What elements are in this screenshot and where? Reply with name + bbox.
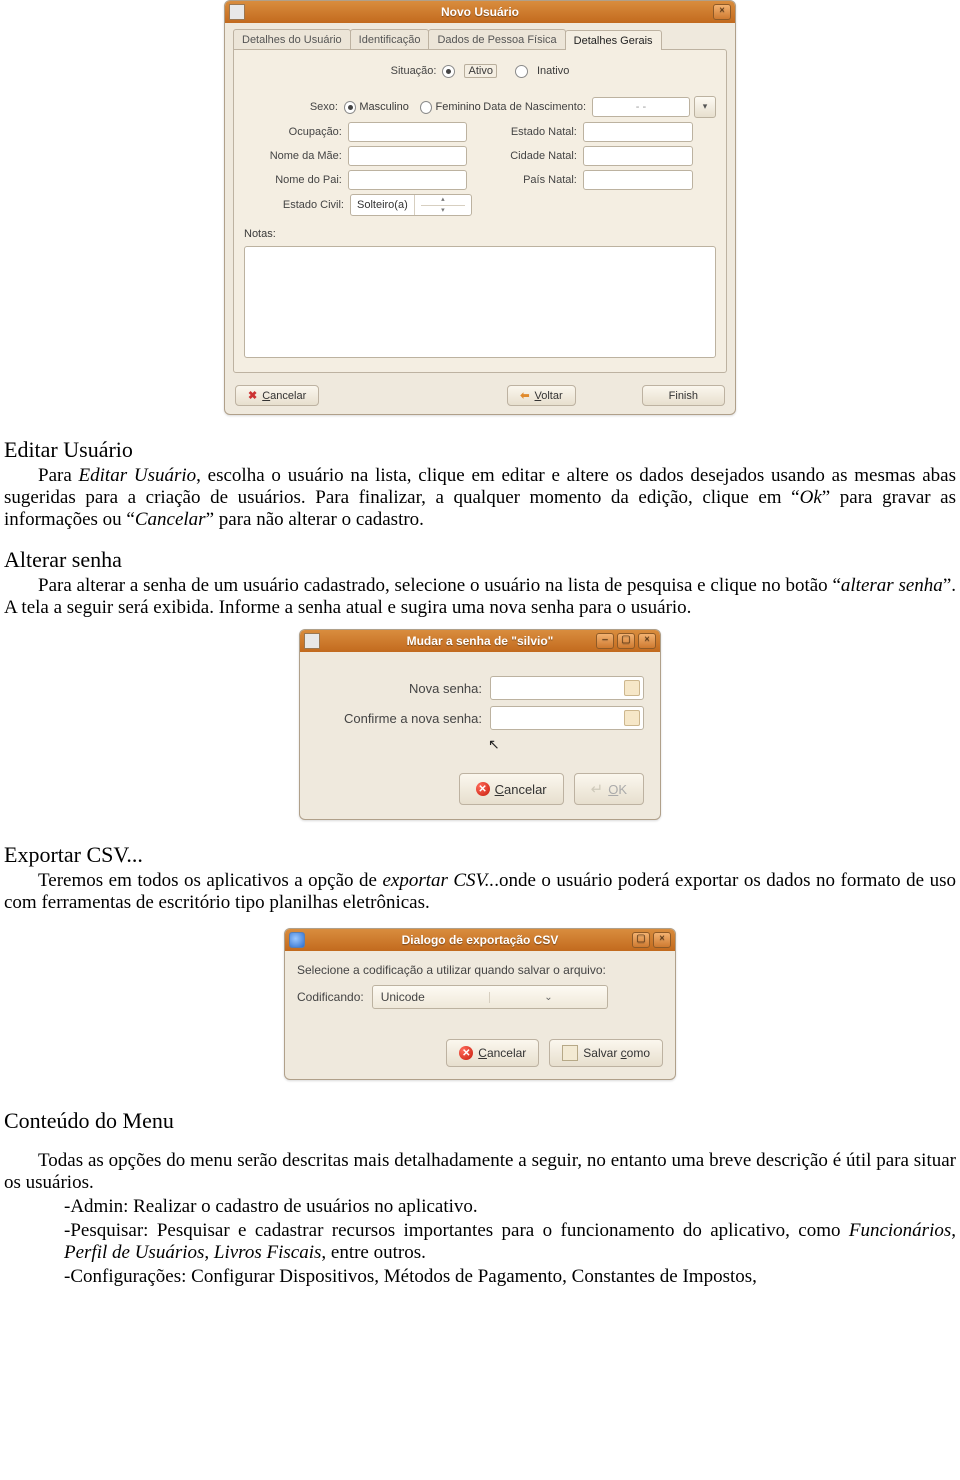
estado-civil-value: Solteiro(a) — [351, 199, 414, 211]
estado-civil-combo[interactable]: Solteiro(a) ▴▾ — [350, 194, 472, 216]
radio-ativo[interactable] — [442, 65, 455, 78]
radio-inativo[interactable] — [515, 65, 528, 78]
tab-detalhes-gerais[interactable]: Detalhes Gerais — [565, 30, 662, 50]
date-dropdown-button[interactable]: ▾ — [694, 96, 716, 118]
cancel-icon: ✖ — [248, 389, 257, 402]
nome-pai-label: Nome do Pai: — [244, 174, 342, 186]
menu-pesquisar: -Pesquisar: Pesquisar e cadastrar recurs… — [64, 1220, 956, 1264]
titlebar: Novo Usuário × — [225, 1, 735, 23]
cancel-button[interactable]: ✖ Cancelar — [235, 385, 319, 406]
pais-natal-label: País Natal: — [467, 174, 577, 186]
tab-dados-pessoa-fisica[interactable]: Dados de Pessoa Física — [428, 29, 565, 49]
estado-natal-input[interactable] — [583, 122, 693, 142]
cancel-icon: ✕ — [459, 1046, 473, 1060]
maximize-icon[interactable]: ▢ — [632, 932, 650, 948]
minimize-icon[interactable]: – — [596, 633, 614, 649]
enter-icon: ↵ — [591, 780, 604, 798]
close-icon[interactable]: × — [638, 633, 656, 649]
confirme-senha-label: Confirme a nova senha: — [316, 711, 482, 726]
estado-natal-label: Estado Natal: — [467, 126, 577, 138]
situacao-label: Situação: — [391, 65, 437, 77]
encoding-select[interactable]: Unicode ⌄ — [372, 985, 608, 1009]
csv-export-dialog: Dialogo de exportação CSV ▢ × Selecione … — [284, 928, 676, 1080]
back-label-rest: oltar — [541, 390, 562, 402]
menu-configuracoes: -Configurações: Configurar Dispositivos,… — [64, 1266, 956, 1288]
tab-detalhes-usuario[interactable]: Detalhes do Usuário — [233, 29, 351, 49]
para-editar: Para Editar Usuário, escolha o usuário n… — [4, 465, 956, 531]
heading-exportar-csv: Exportar CSV... — [4, 842, 956, 868]
cidade-natal-label: Cidade Natal: — [467, 150, 577, 162]
keyboard-icon — [624, 710, 640, 726]
masculino-label: Masculino — [359, 101, 409, 113]
tabs: Detalhes do Usuário Identificação Dados … — [233, 29, 727, 49]
titlebar: Mudar a senha de "silvio" – ▢ × — [300, 630, 660, 652]
chevron-down-icon: ⌄ — [489, 992, 607, 1003]
para-csv: Teremos em todos os aplicativos a opção … — [4, 870, 956, 914]
titlebar: Dialogo de exportação CSV ▢ × — [285, 929, 675, 951]
menu-items: -Admin: Realizar o cadastro de usuários … — [64, 1196, 956, 1288]
novo-usuario-dialog: Novo Usuário × Detalhes do Usuário Ident… — [224, 0, 736, 415]
tab-pane: Situação: Ativo Inativo Sexo: Masculino — [233, 49, 727, 373]
window-title: Dialogo de exportação CSV — [285, 933, 675, 947]
keyboard-icon — [624, 680, 640, 696]
cidade-natal-input[interactable] — [583, 146, 693, 166]
data-nasc-label: Data de Nascimento: — [481, 101, 586, 113]
ativo-label: Ativo — [464, 64, 496, 78]
cancel-button[interactable]: ✕ Cancelar — [446, 1039, 539, 1067]
codificando-label: Codificando: — [297, 990, 364, 1004]
ocupacao-input[interactable] — [348, 122, 467, 142]
cursor-icon: ↖ — [488, 736, 644, 753]
maximize-icon[interactable]: ▢ — [617, 633, 635, 649]
csv-instruction: Selecione a codificação a utilizar quand… — [297, 963, 663, 977]
spinner-icon[interactable]: ▴▾ — [414, 195, 471, 215]
ocupacao-label: Ocupação: — [244, 126, 342, 138]
notas-label: Notas: — [244, 228, 716, 240]
save-as-button[interactable]: Salvar como — [549, 1039, 663, 1067]
radio-masculino[interactable] — [344, 101, 356, 114]
pais-natal-input[interactable] — [583, 170, 693, 190]
feminino-label: Feminino — [435, 101, 480, 113]
confirme-senha-input[interactable] — [490, 706, 644, 730]
cancel-icon: ✕ — [476, 782, 490, 796]
para-menu-intro: Todas as opções do menu serão descritas … — [4, 1150, 956, 1194]
estado-civil-label: Estado Civil: — [244, 199, 344, 211]
sexo-label: Sexo: — [244, 101, 338, 113]
nome-pai-input[interactable] — [348, 170, 467, 190]
app-icon — [304, 633, 320, 649]
heading-conteudo-menu: Conteúdo do Menu — [4, 1108, 956, 1134]
finish-label: Finish — [669, 390, 698, 402]
nome-mae-input[interactable] — [348, 146, 467, 166]
heading-editar-usuario: Editar Usuário — [4, 437, 956, 463]
inativo-label: Inativo — [537, 65, 569, 77]
mudar-senha-dialog: Mudar a senha de "silvio" – ▢ × Nova sen… — [299, 629, 661, 820]
nova-senha-label: Nova senha: — [316, 681, 482, 696]
ok-button[interactable]: ↵ OK — [574, 773, 644, 805]
para-senha: Para alterar a senha de um usuário cadas… — [4, 575, 956, 619]
nova-senha-input[interactable] — [490, 676, 644, 700]
finish-button[interactable]: Finish — [642, 385, 725, 406]
cancel-label-rest: ancelar — [270, 390, 306, 402]
arrow-left-icon: ⬅ — [520, 389, 529, 402]
nome-mae-label: Nome da Mãe: — [244, 150, 342, 162]
back-button[interactable]: ⬅ Voltar — [507, 385, 575, 406]
close-icon[interactable]: × — [653, 932, 671, 948]
data-nasc-input[interactable]: - - — [592, 97, 690, 117]
notas-textarea[interactable] — [244, 246, 716, 358]
close-icon[interactable]: × — [713, 4, 731, 20]
app-icon — [289, 932, 305, 948]
cancel-button[interactable]: ✕ Cancelar — [459, 773, 564, 805]
window-title: Novo Usuário — [225, 5, 735, 19]
heading-alterar-senha: Alterar senha — [4, 547, 956, 573]
save-icon — [562, 1045, 578, 1061]
app-icon — [229, 4, 245, 20]
radio-feminino[interactable] — [420, 101, 432, 114]
tab-identificacao[interactable]: Identificação — [350, 29, 430, 49]
menu-admin: -Admin: Realizar o cadastro de usuários … — [64, 1196, 956, 1218]
encoding-value: Unicode — [373, 990, 490, 1004]
